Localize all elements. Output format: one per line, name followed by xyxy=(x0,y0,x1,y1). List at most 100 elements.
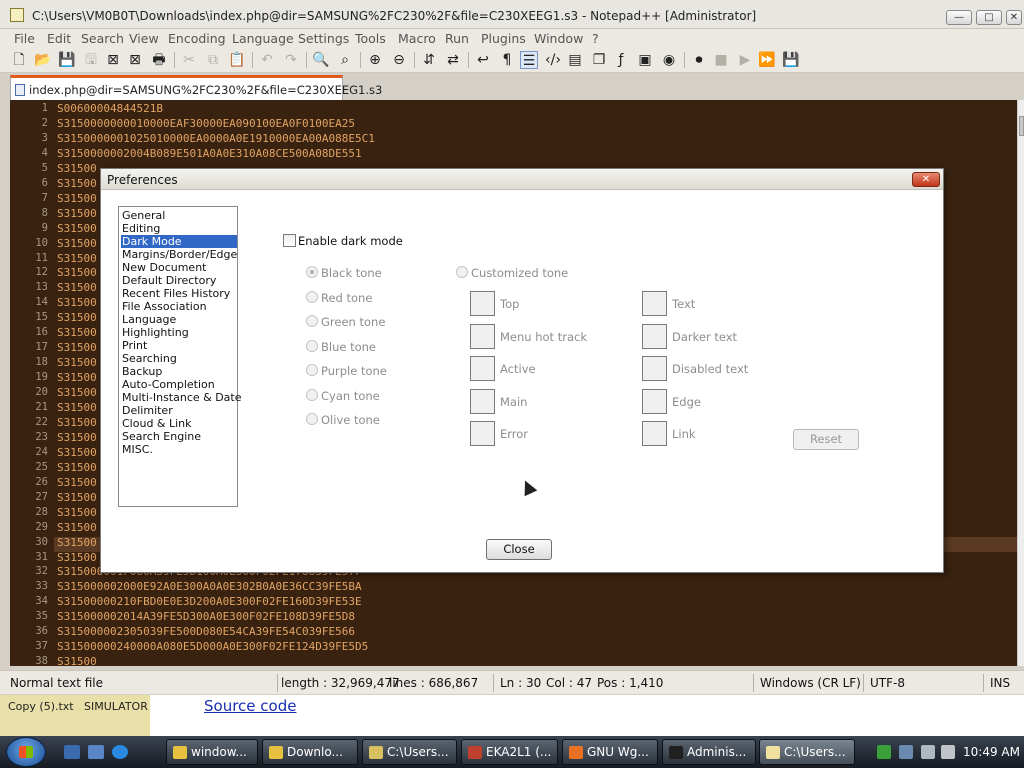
category-item-recent-files-history[interactable]: Recent Files History xyxy=(121,287,237,300)
category-item-backup[interactable]: Backup xyxy=(121,365,237,378)
clock[interactable]: 10:49 AM xyxy=(963,745,1020,759)
run-macro-multiple-icon[interactable]: ⏩ xyxy=(758,51,776,69)
tray-app-icon[interactable] xyxy=(899,745,913,759)
menu-settings[interactable]: Settings xyxy=(298,31,349,46)
taskbar-button[interactable]: EKA2L1 (... xyxy=(461,739,558,765)
sync-horizontal-icon[interactable]: ⇄ xyxy=(444,51,462,69)
link-color-swatch[interactable] xyxy=(642,421,667,446)
category-list[interactable]: General Editing Dark Mode Margins/Border/Ed… xyxy=(118,206,242,507)
restore-button[interactable]: □ xyxy=(976,10,1002,25)
category-item-delimiter[interactable]: Delimiter xyxy=(121,404,237,417)
cyan-tone-radio[interactable] xyxy=(306,388,318,401)
scrollbar-thumb[interactable] xyxy=(1019,116,1024,136)
active-color-swatch[interactable] xyxy=(470,356,495,381)
redo-icon[interactable]: ↷ xyxy=(282,51,300,69)
network-icon[interactable] xyxy=(921,745,935,759)
close-all-icon[interactable]: ⊠ xyxy=(126,51,144,69)
category-item-multi-instance-date[interactable]: Multi-Instance & Date xyxy=(121,391,242,404)
volume-icon[interactable] xyxy=(941,745,955,759)
taskbar-button[interactable]: C:\Users... xyxy=(362,739,457,765)
menu-tools[interactable]: Tools xyxy=(355,31,386,46)
customized-tone-radio[interactable] xyxy=(456,266,468,278)
dialog-close-icon[interactable]: ✕ xyxy=(912,172,940,187)
menu-language[interactable]: Language xyxy=(232,31,294,46)
sync-vertical-icon[interactable]: ⇵ xyxy=(420,51,438,69)
reset-button[interactable]: Reset xyxy=(793,429,859,450)
find-icon[interactable]: 🔍 xyxy=(312,51,330,69)
category-item-highlighting[interactable]: Highlighting xyxy=(121,326,237,339)
category-item-search-engine[interactable]: Search Engine xyxy=(121,430,237,443)
category-item-dark-mode[interactable]: Dark Mode xyxy=(121,235,237,248)
close-window-button[interactable]: ✕ xyxy=(1006,10,1022,25)
menu-search[interactable]: Search xyxy=(81,31,124,46)
menu-encoding[interactable]: Encoding xyxy=(168,31,226,46)
top-color-swatch[interactable] xyxy=(470,291,495,316)
category-item-cloud-link[interactable]: Cloud & Link xyxy=(121,417,237,430)
taskbar-button[interactable]: GNU Wg... xyxy=(562,739,658,765)
menu-view[interactable]: View xyxy=(129,31,159,46)
text-color-swatch[interactable] xyxy=(642,291,667,316)
blue-tone-radio[interactable] xyxy=(306,339,318,352)
close-file-icon[interactable]: ⊠ xyxy=(104,51,122,69)
start-button[interactable] xyxy=(6,737,46,767)
black-tone-radio[interactable] xyxy=(306,266,318,278)
menu-hot-track-color-swatch[interactable] xyxy=(470,323,495,349)
category-item-searching[interactable]: Searching xyxy=(121,352,237,365)
indent-guide-icon[interactable]: ☰ xyxy=(520,51,538,69)
red-tone-radio[interactable] xyxy=(306,290,318,303)
menu-file[interactable]: File xyxy=(14,31,35,46)
zoom-out-icon[interactable]: ⊖ xyxy=(390,51,408,69)
menu-help[interactable]: ? xyxy=(592,31,599,46)
category-item-auto-completion[interactable]: Auto-Completion xyxy=(121,378,237,391)
open-file-icon[interactable]: 📂 xyxy=(34,51,52,69)
menu-run[interactable]: Run xyxy=(445,31,469,46)
category-item-general[interactable]: General xyxy=(121,209,237,222)
menu-window[interactable]: Window xyxy=(534,31,583,46)
zoom-in-icon[interactable]: ⊕ xyxy=(366,51,384,69)
save-icon[interactable]: 💾 xyxy=(58,51,76,69)
menu-macro[interactable]: Macro xyxy=(398,31,436,46)
category-item-margins-border-edge[interactable]: Margins/Border/Edge xyxy=(121,248,237,261)
word-wrap-icon[interactable]: ↩ xyxy=(474,51,492,69)
source-code-link[interactable]: Source code xyxy=(204,697,296,715)
folder-workspace-icon[interactable]: ▣ xyxy=(636,51,654,69)
stop-macro-icon[interactable]: ■ xyxy=(712,51,730,69)
category-item-misc[interactable]: MISC. xyxy=(121,443,237,456)
file-tab[interactable]: index.php@dir=SAMSUNG%2FC230%2F&file=C23… xyxy=(10,75,382,100)
play-macro-icon[interactable]: ▶ xyxy=(736,51,754,69)
category-item-print[interactable]: Print xyxy=(121,339,237,352)
tray-app-icon[interactable] xyxy=(877,745,891,759)
print-icon[interactable]: 🖶 xyxy=(150,51,168,69)
document-map-icon[interactable]: ▤ xyxy=(566,51,584,69)
olive-tone-radio[interactable] xyxy=(306,413,318,425)
copy-icon[interactable]: ⧉ xyxy=(204,51,222,69)
menu-plugins[interactable]: Plugins xyxy=(481,31,526,46)
save-all-icon[interactable]: 🖫 xyxy=(82,51,100,69)
darker-text-color-swatch[interactable] xyxy=(642,323,667,349)
vertical-scrollbar[interactable] xyxy=(1017,100,1024,666)
function-list-icon[interactable]: ƒ xyxy=(612,51,630,69)
category-item-default-directory[interactable]: Default Directory xyxy=(121,274,237,287)
menu-edit[interactable]: Edit xyxy=(47,31,71,46)
undo-icon[interactable]: ↶ xyxy=(258,51,276,69)
switch-windows-icon[interactable] xyxy=(88,745,104,759)
internet-explorer-icon[interactable] xyxy=(112,745,128,759)
new-file-icon[interactable]: 🗋 xyxy=(10,51,28,69)
cut-icon[interactable]: ✂ xyxy=(180,51,198,69)
save-macro-icon[interactable]: 💾 xyxy=(782,51,800,69)
green-tone-radio[interactable] xyxy=(306,315,318,327)
category-item-file-association[interactable]: File Association xyxy=(121,300,237,313)
taskbar-button[interactable]: Downlo... xyxy=(262,739,358,765)
record-macro-icon[interactable]: ⏺ xyxy=(690,51,708,69)
taskbar-button[interactable]: C:\Users... xyxy=(759,739,855,765)
show-desktop-icon[interactable] xyxy=(64,745,80,759)
xml-tag-icon[interactable]: ‹/› xyxy=(544,51,562,69)
edge-color-swatch[interactable] xyxy=(642,388,667,414)
replace-icon[interactable]: ⌕ xyxy=(336,51,354,69)
category-item-language[interactable]: Language xyxy=(121,313,237,326)
category-item-editing[interactable]: Editing xyxy=(121,222,237,235)
close-button[interactable]: Close xyxy=(486,539,552,560)
enable-dark-mode-checkbox[interactable] xyxy=(283,234,296,247)
document-list-icon[interactable]: ❐ xyxy=(590,51,608,69)
monitoring-icon[interactable]: ◉ xyxy=(660,51,678,69)
